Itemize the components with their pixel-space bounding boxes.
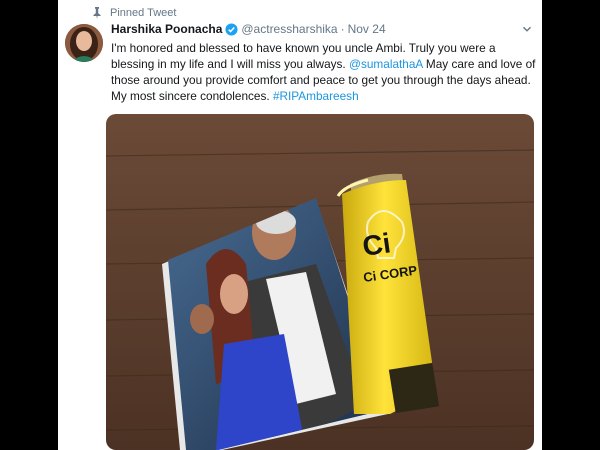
magazine-photo: Ci Ci CORP <box>106 114 534 450</box>
tweet-header: Harshika Poonacha @actressharshika · Nov… <box>111 22 386 36</box>
pinned-label: Pinned Tweet <box>110 7 177 19</box>
verified-badge-icon <box>225 22 238 36</box>
chevron-down-icon[interactable] <box>522 24 532 34</box>
tweet-text: I'm honored and blessed to have known yo… <box>111 40 536 104</box>
pinned-indicator: Pinned Tweet <box>92 6 176 20</box>
hashtag-link[interactable]: #RIPAmbareesh <box>273 89 359 103</box>
tweet-date[interactable]: Nov 24 <box>348 22 386 36</box>
author-name[interactable]: Harshika Poonacha <box>111 22 222 36</box>
brand-mark: Ci <box>361 227 393 262</box>
avatar[interactable] <box>65 24 103 62</box>
mention-link[interactable]: @sumalathaA <box>349 57 423 71</box>
separator-dot: · <box>340 22 345 36</box>
tweet-card[interactable]: Pinned Tweet Harshika Poonacha @actressh… <box>58 0 542 450</box>
tweet-media-image[interactable]: Ci Ci CORP <box>106 114 534 450</box>
pin-icon <box>93 7 101 19</box>
author-handle[interactable]: @actressharshika <box>241 22 337 36</box>
avatar-image <box>65 24 103 62</box>
